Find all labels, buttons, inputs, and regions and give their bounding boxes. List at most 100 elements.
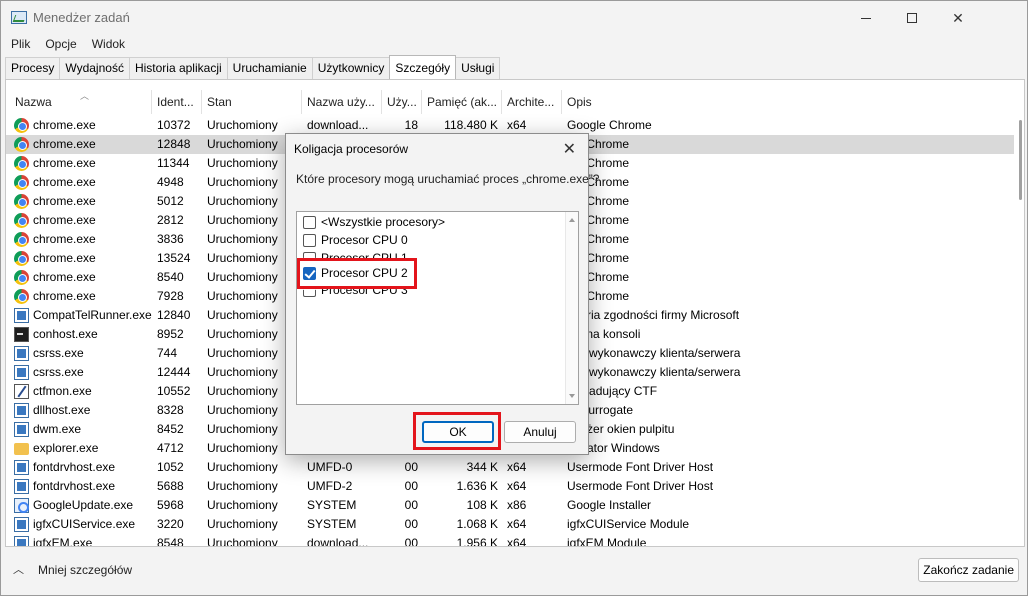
table-row[interactable]: GoogleUpdate.exe 5968 Uruchomiony SYSTEM 00 1… <box>6 496 1024 515</box>
cell-name-container: chrome.exe <box>10 154 152 173</box>
menu-options[interactable]: Opcje <box>35 35 81 55</box>
cell-name: chrome.exe <box>33 194 96 208</box>
tab-startup[interactable]: Uruchamianie <box>226 57 313 79</box>
cell-name-container: igfxEM.exe <box>10 534 152 546</box>
column-header-pid[interactable]: Ident... <box>152 90 202 114</box>
column-header-cpu[interactable]: Uży... <box>382 90 422 114</box>
cell-name-container: chrome.exe <box>10 230 152 249</box>
column-header-status[interactable]: Stan <box>202 90 302 114</box>
chrome-icon <box>14 232 29 247</box>
cell-desc-container: gle Chrome <box>562 135 1014 154</box>
window-title: Menedżer zadań <box>33 10 130 25</box>
fewer-details-link[interactable]: Mniej szczegółów <box>38 563 132 577</box>
tab-processes[interactable]: Procesy <box>5 57 61 79</box>
maximize-button[interactable] <box>889 1 935 35</box>
cell-desc-container: M Surrogate <box>562 401 1014 420</box>
cell-pid: 1052 <box>157 460 184 474</box>
cell-name-container: chrome.exe <box>10 211 152 230</box>
cell-name: chrome.exe <box>33 175 96 189</box>
cell-status: Uruchomiony <box>207 213 278 227</box>
cell-name: chrome.exe <box>33 156 96 170</box>
cell-arch-container: x64 <box>502 534 562 546</box>
tab-app-history[interactable]: Historia aplikacji <box>128 57 228 79</box>
task-manager-icon <box>11 11 27 24</box>
tab-performance[interactable]: Wydajność <box>59 57 130 79</box>
chrome-icon <box>14 175 29 190</box>
cell-pid-container: 1052 <box>152 458 202 477</box>
cell-status: Uruchomiony <box>207 194 278 208</box>
cell-cpu: 00 <box>404 536 418 546</box>
scrollbar-thumb[interactable] <box>1019 120 1022 200</box>
column-header-name[interactable]: ︿ Nazwa <box>10 90 152 114</box>
option-cpu-2-label: Procesor CPU 2 <box>321 266 408 280</box>
cell-name: igfxCUIService.exe <box>33 517 136 531</box>
chevron-up-icon[interactable]: ︿ <box>13 561 24 577</box>
ok-button[interactable]: OK <box>422 421 494 443</box>
cell-name: fontdrvhost.exe <box>33 479 116 493</box>
cell-arch: x64 <box>507 460 527 474</box>
cell-desc: Google Chrome <box>567 118 652 132</box>
cell-name-container: explorer.exe <box>10 439 152 458</box>
cell-name-container: chrome.exe <box>10 249 152 268</box>
menu-view[interactable]: Widok <box>82 35 130 55</box>
close-button[interactable]: ✕ <box>935 1 981 35</box>
table-row[interactable]: igfxCUIService.exe 3220 Uruchomiony SYSTEM 0… <box>6 515 1024 534</box>
cell-cpu: 00 <box>404 517 418 531</box>
cell-desc-container: nedżer okien pulpitu <box>562 420 1014 439</box>
cell-cpu: 00 <box>404 479 418 493</box>
column-header-memory[interactable]: Pamięć (ak... <box>422 90 502 114</box>
cell-name: ctfmon.exe <box>33 384 92 398</box>
cell-pid-container: 8328 <box>152 401 202 420</box>
checkbox-cpu-3[interactable] <box>303 289 316 297</box>
minimize-button[interactable] <box>843 1 889 35</box>
cell-desc: ces wykonawczy klienta/serwera <box>567 346 741 360</box>
vertical-scrollbar[interactable] <box>1014 116 1024 546</box>
cell-status: Uruchomiony <box>207 536 278 546</box>
cell-arch-container: x64 <box>502 477 562 496</box>
cell-user: download... <box>307 118 369 132</box>
tab-details[interactable]: Szczegóły <box>389 55 457 79</box>
checkbox-all-processors[interactable] <box>303 216 316 229</box>
sort-ascending-icon: ︿ <box>80 91 90 101</box>
cell-pid-container: 4712 <box>152 439 202 458</box>
tab-services[interactable]: Usługi <box>455 57 501 79</box>
cell-memory: 118.480 K <box>444 118 498 132</box>
cell-status: Uruchomiony <box>207 327 278 341</box>
cell-status-container: Uruchomiony <box>202 458 302 477</box>
cell-name: conhost.exe <box>33 327 98 341</box>
cell-user-container: SYSTEM <box>302 515 382 534</box>
cancel-button[interactable]: Anuluj <box>504 421 576 443</box>
menu-file[interactable]: Plik <box>1 35 35 55</box>
cell-user: SYSTEM <box>307 517 357 531</box>
column-header-desc[interactable]: Opis <box>562 90 1014 114</box>
column-header-user[interactable]: Nazwa uży... <box>302 90 382 114</box>
dialog-close-icon[interactable]: ✕ <box>563 139 576 159</box>
cell-pid: 3836 <box>157 232 184 246</box>
cell-memory: 108 K <box>466 498 498 512</box>
column-header-name-label: Nazwa <box>15 95 52 109</box>
end-task-button[interactable]: Zakończ zadanie <box>918 558 1019 582</box>
cell-user-container: SYSTEM <box>302 496 382 515</box>
cell-status-container: Uruchomiony <box>202 515 302 534</box>
dialog-list-scrollbar[interactable] <box>565 212 578 404</box>
title-bar: Menedżer zadań ✕ <box>1 1 1027 35</box>
cell-name-container: dwm.exe <box>10 420 152 439</box>
pen-icon <box>14 384 29 399</box>
cell-pid-container: 5968 <box>152 496 202 515</box>
cell-pid: 10372 <box>157 118 191 132</box>
cell-desc-container: igfxCUIService Module <box>562 515 1014 534</box>
cell-desc: ces wykonawczy klienta/serwera <box>567 365 741 379</box>
table-row[interactable]: igfxEM.exe 8548 Uruchomiony download... 00 1.… <box>6 534 1024 546</box>
cell-name-container: chrome.exe <box>10 287 152 306</box>
table-row[interactable]: fontdrvhost.exe 1052 Uruchomiony UMFD-0 00 34… <box>6 458 1024 477</box>
checkbox-cpu-2[interactable] <box>303 267 316 280</box>
cell-pid: 12444 <box>157 365 191 379</box>
cell-status: Uruchomiony <box>207 289 278 303</box>
checkbox-cpu-0[interactable] <box>303 234 316 247</box>
cell-status: Uruchomiony <box>207 479 278 493</box>
checkbox-cpu-1[interactable] <box>303 252 316 258</box>
column-header-arch[interactable]: Archite... <box>502 90 562 114</box>
table-row[interactable]: fontdrvhost.exe 5688 Uruchomiony UMFD-2 00 1.… <box>6 477 1024 496</box>
tab-users[interactable]: Użytkownicy <box>311 57 391 79</box>
cell-pid: 8328 <box>157 403 184 417</box>
